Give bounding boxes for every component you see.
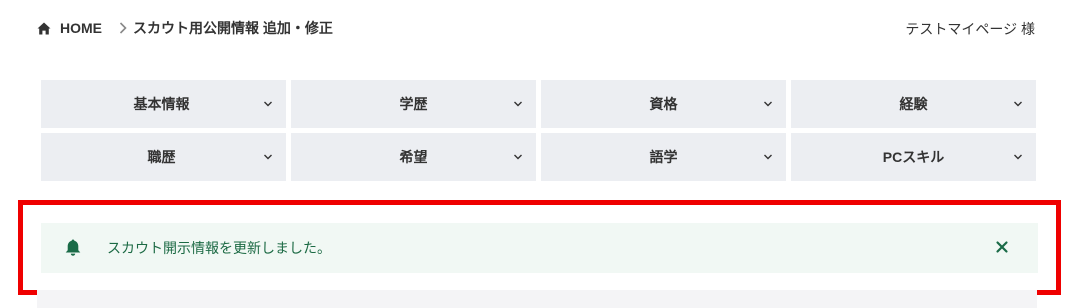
alert-message: スカウト開示情報を更新しました。 [107, 240, 331, 256]
chevron-down-icon [1014, 154, 1022, 160]
nav-item-qualifications[interactable]: 資格 [541, 80, 786, 128]
close-icon[interactable] [994, 239, 1010, 255]
highlight-frame: スカウト開示情報を更新しました。 [18, 200, 1061, 295]
nav-item-pc-skills[interactable]: PCスキル [791, 133, 1036, 181]
chevron-down-icon [764, 154, 772, 160]
bell-icon [64, 238, 82, 257]
nav-item-label: 語学 [649, 149, 678, 165]
content-area-top [37, 290, 1037, 308]
nav-item-label: 希望 [399, 149, 428, 165]
breadcrumb-home-label: HOME [60, 20, 102, 36]
nav-item-work-history[interactable]: 職歴 [41, 133, 286, 181]
breadcrumb-current: スカウト用公開情報 追加・修正 [133, 20, 333, 36]
page: HOME スカウト用公開情報 追加・修正 テストマイページ 様 基本情報 学歴 … [0, 0, 1075, 308]
chevron-down-icon [1014, 101, 1022, 107]
breadcrumb-home-link[interactable]: HOME [37, 20, 102, 36]
nav-item-label: PCスキル [882, 149, 945, 165]
nav-item-education[interactable]: 学歴 [291, 80, 536, 128]
nav-item-basic-info[interactable]: 基本情報 [41, 80, 286, 128]
chevron-down-icon [514, 154, 522, 160]
chevron-down-icon [264, 101, 272, 107]
nav-item-preferences[interactable]: 希望 [291, 133, 536, 181]
section-nav: 基本情報 学歴 資格 経験 職歴 希望 語学 PCスキル [41, 80, 1036, 181]
chevron-right-icon [119, 22, 127, 34]
success-alert: スカウト開示情報を更新しました。 [41, 223, 1038, 273]
nav-item-label: 学歴 [399, 96, 428, 112]
breadcrumb: HOME スカウト用公開情報 追加・修正 [37, 18, 333, 38]
header: HOME スカウト用公開情報 追加・修正 テストマイページ 様 [0, 0, 1075, 56]
nav-item-experience[interactable]: 経験 [791, 80, 1036, 128]
home-icon [37, 22, 60, 35]
chevron-down-icon [514, 101, 522, 107]
user-display-name: テストマイページ 様 [905, 21, 1035, 37]
chevron-down-icon [764, 101, 772, 107]
nav-item-label: 資格 [649, 96, 678, 112]
nav-item-label: 職歴 [147, 149, 176, 165]
nav-item-label: 経験 [899, 96, 928, 112]
chevron-down-icon [264, 154, 272, 160]
nav-item-label: 基本情報 [133, 96, 190, 112]
nav-item-languages[interactable]: 語学 [541, 133, 786, 181]
